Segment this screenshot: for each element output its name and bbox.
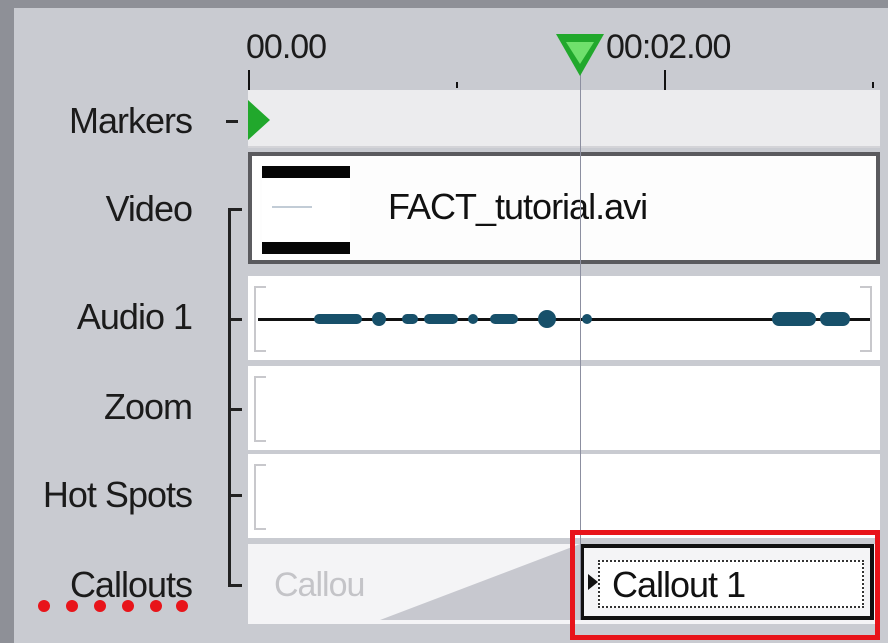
track-label-video: Video	[105, 188, 193, 229]
markers-track[interactable]	[248, 90, 880, 148]
waveform-peak	[314, 314, 362, 324]
ruler-mid-label: 00:02.00	[606, 28, 731, 66]
waveform-peak	[772, 312, 816, 326]
ruler-minor-tick	[872, 82, 874, 88]
thumbnail-content	[272, 206, 312, 208]
bracket-tick	[228, 584, 242, 587]
bracket-tick	[228, 318, 242, 321]
marker-flag-icon[interactable]	[248, 100, 270, 140]
hotspots-track[interactable]	[248, 454, 880, 538]
video-clip-name: FACT_tutorial.avi	[388, 186, 648, 227]
track-label-callouts: Callouts	[69, 564, 193, 605]
track-group-bracket	[228, 208, 231, 586]
squiggle-dot	[150, 600, 162, 612]
track-label-hotspots: Hot Spots	[42, 474, 193, 515]
clip-bracket-left	[254, 376, 266, 442]
squiggle-dot	[176, 600, 188, 612]
video-thumbnail	[262, 166, 350, 254]
panel-border-top	[0, 0, 888, 8]
ruler-minor-tick	[456, 82, 458, 88]
track-label-audio: Audio 1	[76, 296, 193, 337]
bracket-tick	[228, 408, 242, 411]
waveform-peak	[402, 314, 418, 324]
squiggle-dot	[122, 600, 134, 612]
ruler-start-label: 00.00	[246, 28, 327, 66]
waveform-peak	[582, 314, 592, 324]
waveform-peak	[424, 314, 458, 324]
thumbnail-letterbox-top	[262, 166, 350, 178]
waveform-peak	[538, 310, 556, 328]
annotation-highlight-box	[570, 530, 880, 640]
marker-dash	[226, 120, 238, 123]
waveform-peak	[468, 314, 478, 324]
ruler-major-tick	[664, 70, 666, 92]
ruler-major-tick	[248, 70, 250, 92]
playhead-highlight	[566, 42, 594, 64]
squiggle-dot	[66, 600, 78, 612]
track-label-zoom: Zoom	[103, 386, 193, 427]
zoom-track[interactable]	[248, 366, 880, 450]
bracket-tick	[228, 494, 242, 497]
squiggle-dot	[94, 600, 106, 612]
waveform-peak	[490, 314, 518, 324]
track-label-markers: Markers	[68, 100, 193, 141]
callout-transition-wedge	[380, 544, 580, 620]
clip-bracket-left	[254, 464, 266, 530]
squiggle-dot	[38, 600, 50, 612]
waveform-peak	[820, 312, 850, 326]
bracket-tick	[228, 208, 242, 211]
thumbnail-letterbox-bottom	[262, 242, 350, 254]
callout-ghost-clip: Callou	[274, 566, 365, 604]
waveform-peak	[372, 312, 386, 326]
